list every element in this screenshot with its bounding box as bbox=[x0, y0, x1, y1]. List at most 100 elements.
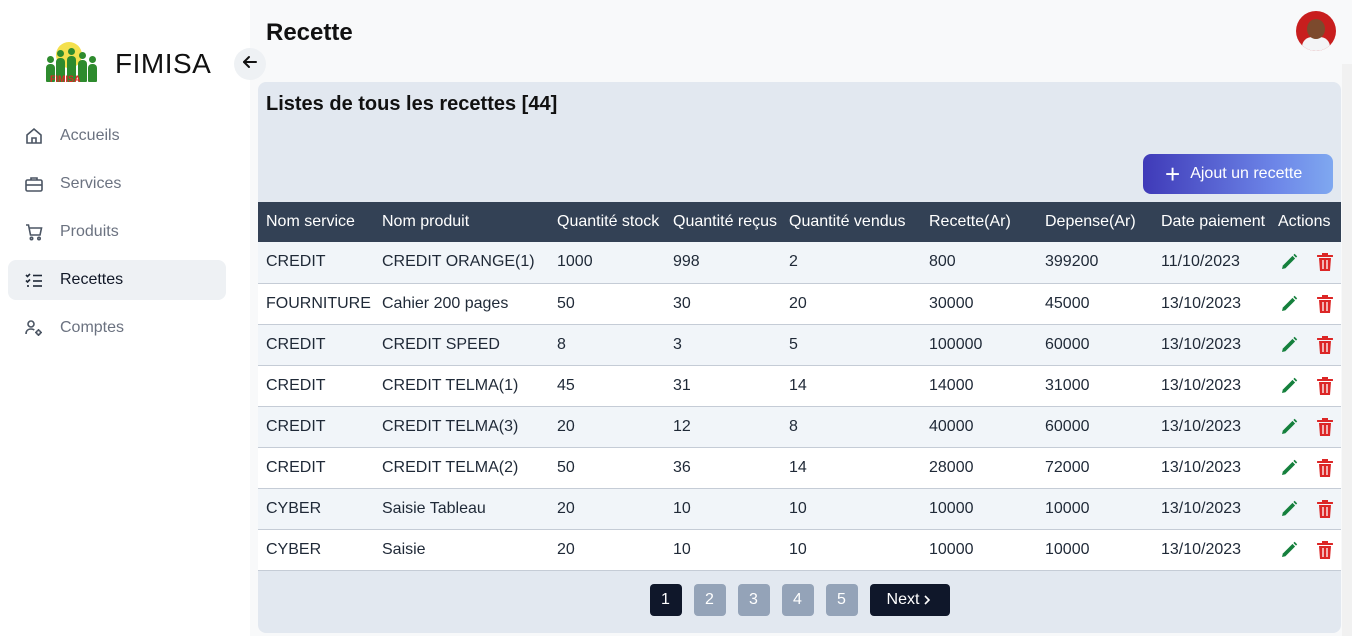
edit-icon[interactable] bbox=[1278, 457, 1300, 479]
table-cell: CYBER bbox=[266, 540, 322, 558]
table-cell: 10 bbox=[789, 499, 807, 517]
table-cell: 31 bbox=[673, 376, 691, 394]
edit-icon[interactable] bbox=[1278, 539, 1300, 561]
delete-icon[interactable] bbox=[1314, 375, 1336, 397]
delete-icon[interactable] bbox=[1314, 293, 1336, 315]
table-cell: 998 bbox=[673, 253, 700, 271]
next-page-button[interactable]: Next bbox=[869, 584, 950, 616]
users-gear-icon bbox=[24, 318, 44, 338]
table-cell: CREDIT bbox=[266, 417, 326, 435]
sidebar-item-label: Services bbox=[60, 175, 122, 192]
table-cell: 8 bbox=[789, 417, 798, 435]
edit-icon[interactable] bbox=[1278, 334, 1300, 356]
table-cell: 100000 bbox=[929, 335, 983, 353]
column-header: Quantité stock bbox=[557, 213, 660, 230]
page-5-button[interactable]: 5 bbox=[825, 584, 858, 616]
add-recette-button[interactable]: + Ajout un recette bbox=[1143, 154, 1333, 194]
table-cell: CREDIT bbox=[266, 376, 326, 394]
chevron-right-icon bbox=[922, 594, 932, 606]
table-cell: CREDIT TELMA(3) bbox=[382, 417, 519, 435]
edit-icon[interactable] bbox=[1278, 293, 1300, 315]
table-cell: 50 bbox=[557, 458, 575, 476]
edit-icon[interactable] bbox=[1278, 375, 1300, 397]
page-2-button[interactable]: 2 bbox=[693, 584, 726, 616]
table-cell: 30 bbox=[673, 294, 691, 312]
avatar[interactable] bbox=[1296, 11, 1336, 51]
page-3-button[interactable]: 3 bbox=[737, 584, 770, 616]
home-icon bbox=[24, 126, 44, 146]
pagination: 1 2 3 4 5 Next bbox=[258, 584, 1341, 616]
page-1-button[interactable]: 1 bbox=[649, 584, 682, 616]
table-cell: 3 bbox=[673, 335, 682, 353]
checklist-icon bbox=[24, 270, 44, 290]
table-cell: 10000 bbox=[1045, 499, 1090, 517]
sidebar-item-recettes[interactable]: Recettes bbox=[8, 260, 226, 300]
page-4-button[interactable]: 4 bbox=[781, 584, 814, 616]
sidebar-item-accueils[interactable]: Accueils bbox=[8, 116, 226, 156]
table-cell: FOURNITURE bbox=[266, 294, 371, 312]
table-cell: CREDIT TELMA(1) bbox=[382, 376, 519, 394]
actions-cell bbox=[1270, 447, 1341, 488]
sidebar-item-services[interactable]: Services bbox=[8, 164, 226, 204]
delete-icon[interactable] bbox=[1314, 416, 1336, 438]
sidebar: FIMISA FIMISA Accueils Services Produits bbox=[0, 0, 250, 636]
table-cell: 60000 bbox=[1045, 335, 1090, 353]
briefcase-icon bbox=[24, 174, 44, 194]
sidebar-item-label: Recettes bbox=[60, 271, 124, 288]
table-cell: Saisie bbox=[382, 540, 426, 558]
table-cell: 20 bbox=[557, 417, 575, 435]
table-row: CREDIT CREDIT TELMA(2) 50 36 14 28000 72000 13/… bbox=[258, 447, 1341, 488]
table-body: CREDIT CREDIT ORANGE(1) 1000 998 2 800 399200 1… bbox=[258, 242, 1341, 570]
table-cell: 30000 bbox=[929, 294, 974, 312]
table-cell: 12 bbox=[673, 417, 691, 435]
table-cell: 28000 bbox=[929, 458, 974, 476]
collapse-sidebar-button[interactable] bbox=[234, 48, 266, 80]
table-cell: 20 bbox=[789, 294, 807, 312]
edit-icon[interactable] bbox=[1278, 498, 1300, 520]
table-cell: 5 bbox=[789, 335, 798, 353]
table-row: FOURNITURE Cahier 200 pages 50 30 20 30000 450… bbox=[258, 283, 1341, 324]
table-cell: 8 bbox=[557, 335, 566, 353]
delete-icon[interactable] bbox=[1314, 457, 1336, 479]
delete-icon[interactable] bbox=[1314, 539, 1336, 561]
card-title: Listes de tous les recettes [44] bbox=[266, 93, 558, 115]
table-cell: 20 bbox=[557, 499, 575, 517]
delete-icon[interactable] bbox=[1314, 334, 1336, 356]
edit-icon[interactable] bbox=[1278, 251, 1300, 273]
table-cell: 800 bbox=[929, 253, 956, 271]
table-cell: 13/10/2023 bbox=[1161, 499, 1242, 517]
table-cell: 11/10/2023 bbox=[1161, 253, 1240, 271]
table-cell: CYBER bbox=[266, 499, 322, 517]
arrow-left-icon bbox=[242, 54, 258, 75]
brand-name: FIMISA bbox=[115, 48, 212, 79]
table-cell: 10000 bbox=[929, 540, 974, 558]
table-cell: CREDIT SPEED bbox=[382, 335, 500, 353]
column-header: Recette(Ar) bbox=[929, 213, 1011, 230]
delete-icon[interactable] bbox=[1314, 498, 1336, 520]
cart-icon bbox=[24, 222, 44, 242]
table-cell: 10000 bbox=[929, 499, 974, 517]
sidebar-item-label: Accueils bbox=[60, 127, 120, 144]
column-header: Actions bbox=[1278, 213, 1331, 230]
table-cell: 399200 bbox=[1045, 253, 1099, 271]
sidebar-item-produits[interactable]: Produits bbox=[8, 212, 226, 252]
actions-cell bbox=[1270, 488, 1341, 529]
table-cell: 31000 bbox=[1045, 376, 1090, 394]
table-cell: 13/10/2023 bbox=[1161, 294, 1242, 312]
edit-icon[interactable] bbox=[1278, 416, 1300, 438]
column-header: Nom service bbox=[266, 213, 355, 230]
table-cell: CREDIT bbox=[266, 458, 326, 476]
table-cell: 72000 bbox=[1045, 458, 1090, 476]
sidebar-item-comptes[interactable]: Comptes bbox=[8, 308, 226, 348]
actions-cell bbox=[1270, 365, 1341, 406]
delete-icon[interactable] bbox=[1314, 251, 1336, 273]
scrollbar[interactable] bbox=[1342, 64, 1352, 636]
actions-cell bbox=[1270, 406, 1341, 447]
table-row: CREDIT CREDIT TELMA(1) 45 31 14 14000 31000 13/… bbox=[258, 365, 1341, 406]
table-row: CYBER Saisie 20 10 10 10000 10000 13/10/2023 bbox=[258, 529, 1341, 570]
brand[interactable]: FIMISA FIMISA bbox=[42, 40, 211, 88]
table-header-row: Nom service Nom produit Quantité stock Q… bbox=[258, 202, 1341, 242]
recettes-table: Nom service Nom produit Quantité stock Q… bbox=[258, 202, 1341, 571]
table-cell: 14 bbox=[789, 376, 807, 394]
table-cell: 36 bbox=[673, 458, 691, 476]
